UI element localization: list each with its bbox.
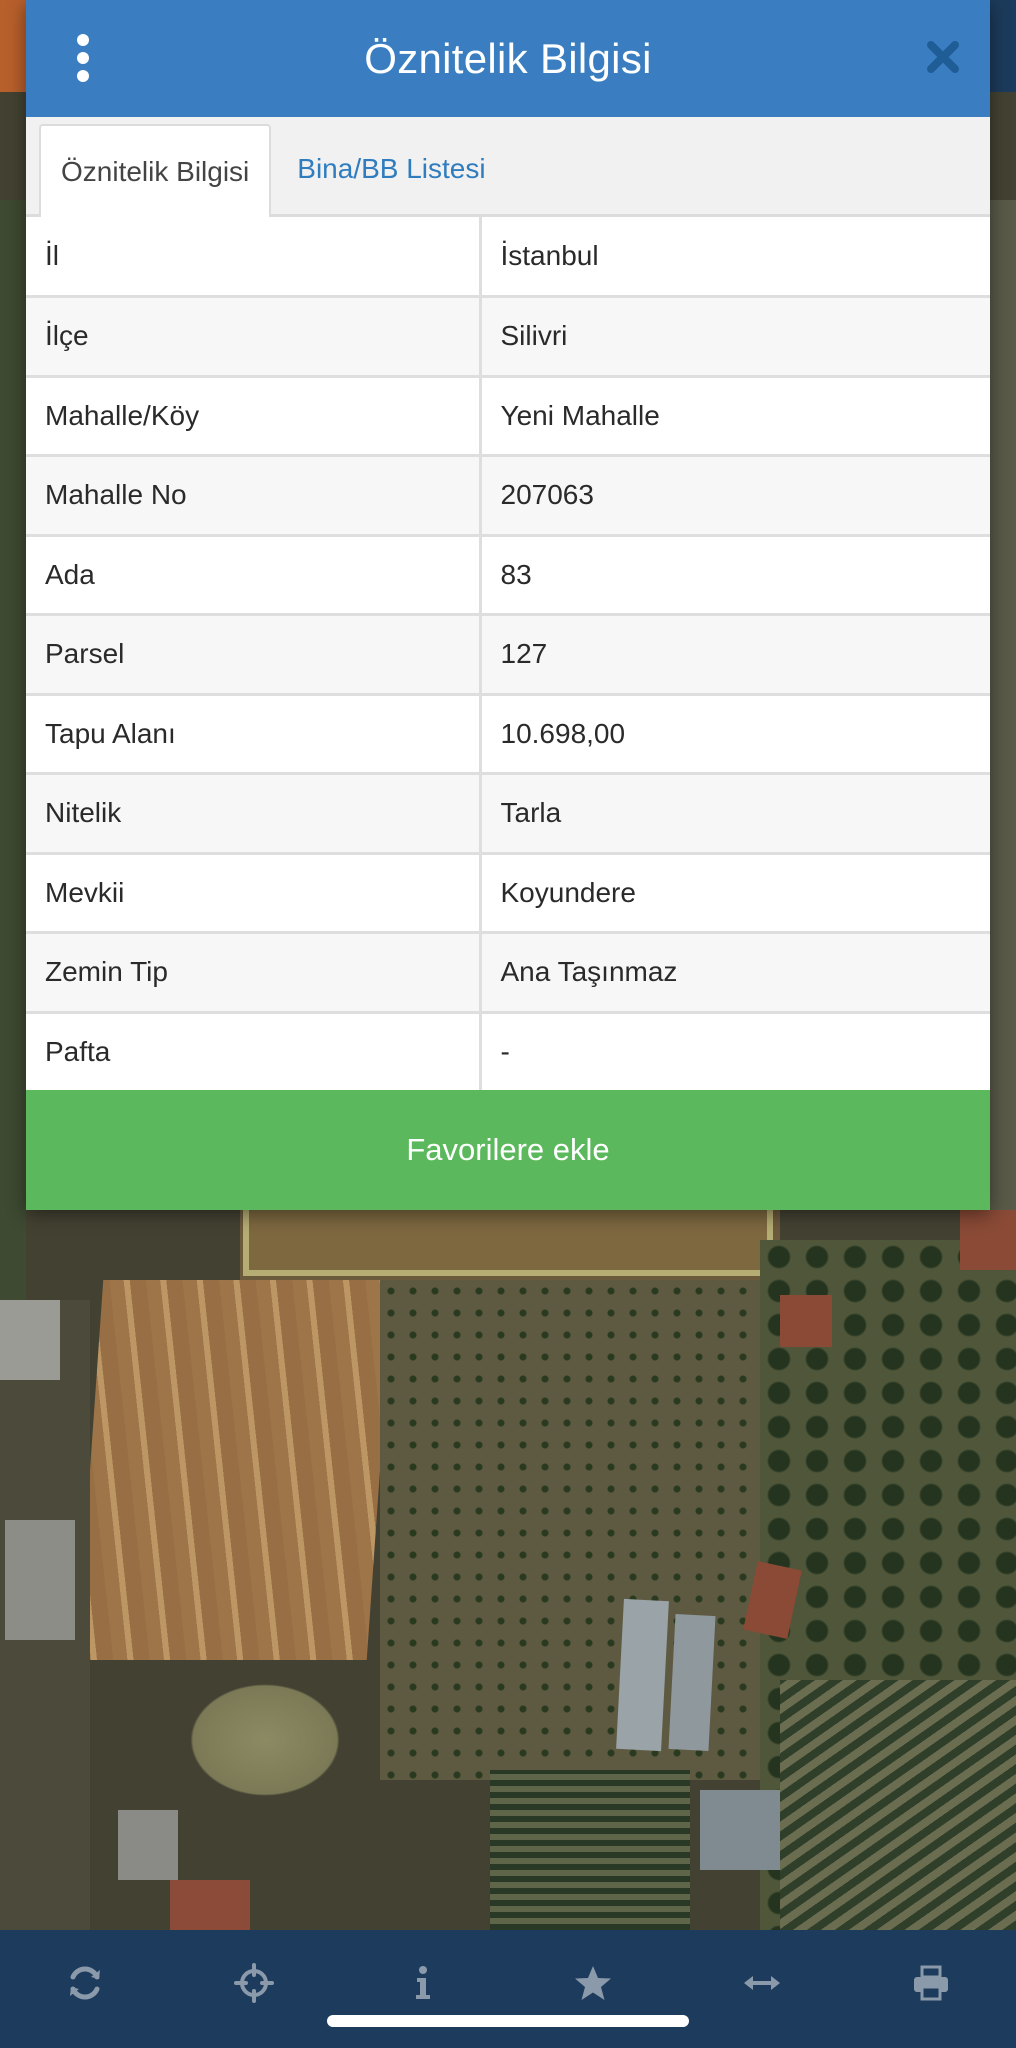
row-key: Ada [26,535,482,616]
map-terrain [990,200,1016,1210]
table-row: İl İstanbul [26,217,990,298]
map-building [700,1790,780,1870]
row-value: Yeni Mahalle [480,376,990,457]
row-key: Mevkii [26,853,482,934]
row-key: İlçe [26,296,482,378]
crosshair-icon [233,1963,274,2003]
attribute-table: İl İstanbul İlçe Silivri Mahalle/Köy Yen… [26,217,990,1093]
row-value: Ana Taşınmaz [480,932,990,1014]
row-value: Tarla [480,773,990,855]
map-terrain [490,1770,690,1930]
map-building [616,1598,669,1752]
map-building [110,1800,260,1930]
attribute-info-modal: Öznitelik Bilgisi Öznitelik Bilgisi Bina… [26,0,990,1210]
map-terrain [0,200,26,1300]
refresh-icon [69,1966,100,2000]
table-row: Mevkii Koyundere [26,853,990,934]
map-terrain [780,1680,1016,1930]
row-value: 207063 [480,455,990,537]
table-row: Ada 83 [26,535,990,616]
map-building [668,1614,716,1751]
row-value: 10.698,00 [480,694,990,775]
table-row: Mahalle No 207063 [26,455,990,537]
table-row: İlçe Silivri [26,296,990,378]
add-to-favorites-button[interactable]: Favorilere ekle [26,1090,990,1210]
row-value: - [480,1012,990,1093]
star-icon [574,1966,611,2000]
map-building [780,1295,832,1347]
table-row: Pafta - [26,1012,990,1093]
bottom-toolbar [0,1930,1016,2048]
row-value: 83 [480,535,990,616]
locate-button[interactable] [222,1951,286,2015]
tab-attribute-info[interactable]: Öznitelik Bilgisi [39,124,272,217]
row-key: Mahalle No [26,455,482,537]
row-value: Koyundere [480,853,990,934]
row-key: Parsel [26,614,482,696]
row-key: Mahalle/Köy [26,376,482,457]
row-key: Tapu Alanı [26,694,482,775]
print-button[interactable] [899,1951,963,2015]
table-row: Zemin Tip Ana Taşınmaz [26,932,990,1014]
map-building [960,1210,1016,1270]
modal-header: Öznitelik Bilgisi [26,0,990,117]
print-icon [914,1965,949,2001]
map-terrain [76,1280,394,1660]
menu-dot [77,34,89,46]
menu-dot [77,52,89,64]
more-vertical-icon[interactable] [71,34,95,82]
row-value: 127 [480,614,990,696]
row-key: Nitelik [26,773,482,855]
measure-icon [743,1976,780,1990]
row-key: Pafta [26,1012,482,1093]
table-row: Tapu Alanı 10.698,00 [26,694,990,775]
info-button[interactable] [391,1951,455,2015]
table-row: Parsel 127 [26,614,990,696]
close-icon[interactable] [926,40,960,74]
row-key: Zemin Tip [26,932,482,1014]
measure-button[interactable] [730,1951,794,2015]
menu-dot [77,70,89,82]
row-value: İstanbul [480,217,990,298]
row-value: Silivri [480,296,990,378]
tab-bar: Öznitelik Bilgisi Bina/BB Listesi [26,117,990,217]
row-key: İl [26,217,482,298]
home-indicator [327,2015,689,2027]
map-building [0,1300,90,1930]
table-row: Mahalle/Köy Yeni Mahalle [26,376,990,457]
refresh-button[interactable] [53,1951,117,2015]
table-row: Nitelik Tarla [26,773,990,855]
modal-title: Öznitelik Bilgisi [364,34,652,82]
info-icon [416,1966,431,1999]
tab-building-list[interactable]: Bina/BB Listesi [271,124,505,214]
favorites-button[interactable] [561,1951,625,2015]
